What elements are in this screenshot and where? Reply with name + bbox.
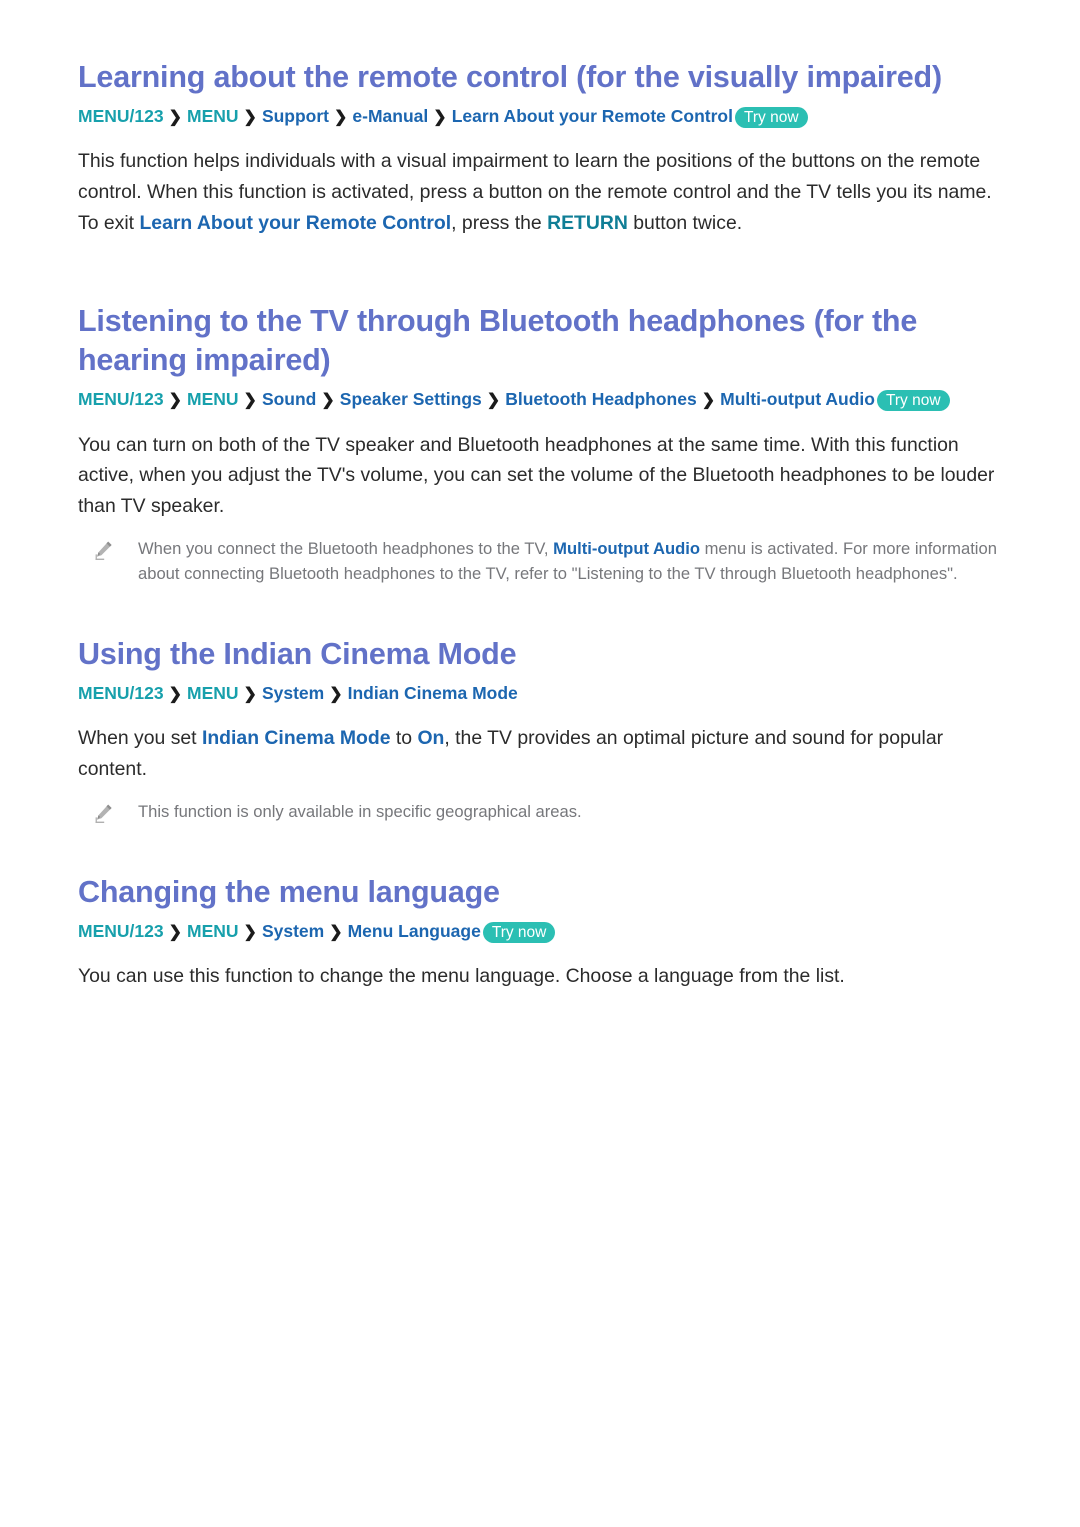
note-block: When you connect the Bluetooth headphone… — [84, 536, 1014, 587]
breadcrumb-node[interactable]: MENU/123 — [78, 683, 164, 703]
breadcrumb-node[interactable]: System — [262, 921, 324, 941]
inline-link[interactable]: Multi-output Audio — [553, 539, 700, 558]
pencil-icon — [94, 540, 114, 562]
document-page: Learning about the remote control (for t… — [0, 0, 1080, 1527]
body-paragraph: You can use this function to change the … — [78, 961, 1008, 992]
inline-key-link[interactable]: RETURN — [547, 212, 628, 234]
section-heading: Listening to the TV through Bluetooth he… — [78, 304, 918, 378]
breadcrumb-separator-icon: ❯ — [243, 109, 257, 127]
try-now-badge[interactable]: Try now — [482, 921, 556, 943]
body-paragraph: You can turn on both of the TV speaker a… — [78, 430, 1008, 522]
breadcrumb-separator-icon: ❯ — [433, 109, 447, 127]
section-heading: Changing the menu language — [78, 874, 500, 909]
breadcrumb-separator-icon: ❯ — [243, 392, 257, 410]
breadcrumb-node[interactable]: e-Manual — [352, 106, 428, 126]
breadcrumb-separator-icon: ❯ — [168, 923, 182, 941]
menu-path-breadcrumb: MENU/123 ❯ MENU ❯ Support ❯ e-Manual ❯ Learn Abo… — [78, 103, 1018, 130]
breadcrumb-node[interactable]: MENU — [187, 106, 239, 126]
breadcrumb-separator-icon: ❯ — [168, 686, 182, 704]
breadcrumb-separator-icon: ❯ — [486, 392, 501, 410]
breadcrumb-node[interactable]: Sound — [262, 389, 316, 409]
breadcrumb-node[interactable]: MENU/123 — [78, 389, 164, 409]
note-text: When you connect the Bluetooth headphone… — [138, 536, 1014, 587]
text-run: You can turn on both of the TV speaker a… — [78, 433, 995, 517]
text-run: button twice. — [627, 211, 743, 234]
breadcrumb-separator-icon: ❯ — [329, 686, 343, 704]
text-run: , press the — [451, 211, 548, 234]
sections-container: Learning about the remote control (for t… — [78, 58, 1018, 992]
breadcrumb-separator-icon: ❯ — [329, 923, 343, 941]
note-text: This function is only available in speci… — [138, 799, 582, 825]
menu-path-breadcrumb: MENU/123 ❯ MENU ❯ System ❯ Indian Cinema Mode — [78, 680, 1018, 707]
breadcrumb-node[interactable]: Multi-output Audio — [720, 389, 875, 409]
breadcrumb-separator-icon: ❯ — [168, 392, 182, 410]
breadcrumb-node[interactable]: MENU/123 — [78, 106, 164, 126]
breadcrumb-node[interactable]: System — [262, 683, 324, 703]
breadcrumb-separator-icon: ❯ — [701, 392, 716, 410]
breadcrumb-separator-icon: ❯ — [321, 392, 335, 410]
pencil-icon — [94, 803, 114, 825]
breadcrumb-node[interactable]: Speaker Settings — [340, 389, 482, 409]
menu-path-breadcrumb: MENU/123 ❯ MENU ❯ Sound ❯ Speaker Settings ❯ Blu… — [78, 386, 1018, 413]
text-run: You can use this function to change the … — [78, 965, 845, 988]
inline-link[interactable]: Indian Cinema Mode — [202, 727, 391, 749]
text-run: When you set — [78, 727, 202, 750]
try-now-badge[interactable]: Try now — [735, 107, 808, 129]
text-run: When you connect the Bluetooth headphone… — [138, 538, 554, 558]
body-paragraph: This function helps individuals with a v… — [78, 146, 1008, 238]
section-heading: Using the Indian Cinema Mode — [78, 637, 517, 672]
breadcrumb-separator-icon: ❯ — [168, 109, 182, 127]
menu-path-breadcrumb: MENU/123 ❯ MENU ❯ System ❯ Menu Language Try no… — [78, 918, 1018, 945]
section-changing-menu-language: Changing the menu language MENU/123 ❯ MENU ❯… — [78, 825, 1018, 992]
breadcrumb-node[interactable]: MENU/123 — [78, 921, 164, 941]
text-run: This function is only available in speci… — [138, 801, 582, 821]
section-bluetooth-headphones: Listening to the TV through Bluetooth he… — [78, 246, 1018, 587]
breadcrumb-node[interactable]: MENU — [187, 921, 239, 941]
body-paragraph: When you set Indian Cinema Mode to On, t… — [78, 723, 1008, 784]
breadcrumb-node[interactable]: MENU — [187, 389, 239, 409]
section-heading: Learning about the remote control (for t… — [78, 60, 942, 94]
breadcrumb-node[interactable]: Menu Language — [348, 921, 481, 941]
inline-link[interactable]: On — [417, 727, 444, 749]
inline-link[interactable]: Learn About your Remote Control — [139, 212, 451, 234]
section-learning-remote-control: Learning about the remote control (for t… — [78, 58, 1018, 238]
breadcrumb-node[interactable]: Indian Cinema Mode — [348, 683, 518, 703]
breadcrumb-separator-icon: ❯ — [334, 109, 348, 127]
text-run: to — [390, 727, 418, 750]
breadcrumb-node[interactable]: Learn About your Remote Control — [452, 106, 733, 126]
breadcrumb-node[interactable]: Support — [262, 106, 329, 126]
breadcrumb-separator-icon: ❯ — [243, 686, 257, 704]
try-now-badge[interactable]: Try now — [876, 390, 950, 412]
note-block: This function is only available in speci… — [84, 799, 1014, 825]
breadcrumb-separator-icon: ❯ — [243, 923, 257, 941]
breadcrumb-node[interactable]: MENU — [187, 683, 239, 703]
breadcrumb-node[interactable]: Bluetooth Headphones — [505, 389, 697, 409]
section-indian-cinema-mode: Using the Indian Cinema Mode MENU/123 ❯ MEN… — [78, 587, 1018, 825]
